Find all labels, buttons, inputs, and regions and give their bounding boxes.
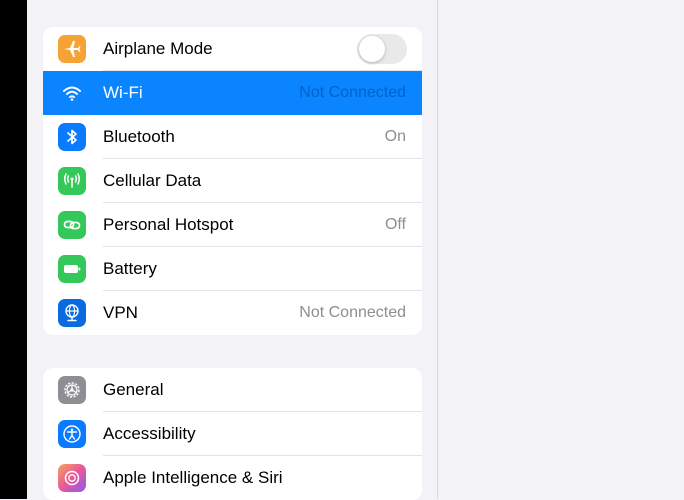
personal-hotspot-row[interactable]: Personal Hotspot Off (43, 203, 422, 247)
detail-pane (438, 0, 684, 499)
bluetooth-status: On (384, 128, 406, 145)
accessibility-icon (58, 420, 86, 448)
wifi-icon (58, 79, 86, 107)
cellular-icon (58, 167, 86, 195)
bluetooth-label: Bluetooth (103, 127, 175, 146)
battery-icon (58, 255, 86, 283)
airplane-mode-row[interactable]: Airplane Mode (43, 27, 422, 71)
vpn-row[interactable]: VPN Not Connected (43, 291, 422, 335)
network-settings-group: Airplane Mode Wi-Fi Not Connected Blueto… (43, 27, 422, 335)
siri-icon (58, 464, 86, 492)
cellular-data-row[interactable]: Cellular Data (43, 159, 422, 203)
battery-row[interactable]: Battery (43, 247, 422, 291)
vpn-label: VPN (103, 303, 138, 322)
airplane-mode-label: Airplane Mode (103, 39, 213, 58)
personal-hotspot-status: Off (384, 216, 406, 233)
airplane-icon (58, 35, 86, 63)
battery-label: Battery (103, 259, 157, 278)
general-settings-group: General Accessibility Apple Intelligence… (43, 368, 422, 500)
settings-sidebar: Airplane Mode Wi-Fi Not Connected Blueto… (27, 0, 437, 500)
airplane-mode-toggle[interactable] (357, 34, 407, 64)
cellular-data-label: Cellular Data (103, 171, 202, 190)
accessibility-label: Accessibility (103, 424, 196, 443)
personal-hotspot-label: Personal Hotspot (103, 215, 234, 234)
vpn-status: Not Connected (299, 304, 406, 321)
apple-intelligence-siri-label: Apple Intelligence & Siri (103, 468, 283, 487)
wifi-status: Not Connected (299, 84, 406, 101)
wifi-label: Wi-Fi (103, 83, 143, 102)
vpn-globe-icon (58, 299, 86, 327)
general-label: General (103, 380, 164, 399)
toggle-knob (359, 36, 385, 62)
hotspot-icon (58, 211, 86, 239)
apple-intelligence-siri-row[interactable]: Apple Intelligence & Siri (43, 456, 422, 500)
device-bezel (0, 0, 27, 499)
wifi-row[interactable]: Wi-Fi Not Connected (43, 71, 422, 115)
bluetooth-row[interactable]: Bluetooth On (43, 115, 422, 159)
bluetooth-icon (58, 123, 86, 151)
gear-icon (58, 376, 86, 404)
accessibility-row[interactable]: Accessibility (43, 412, 422, 456)
general-row[interactable]: General (43, 368, 422, 412)
